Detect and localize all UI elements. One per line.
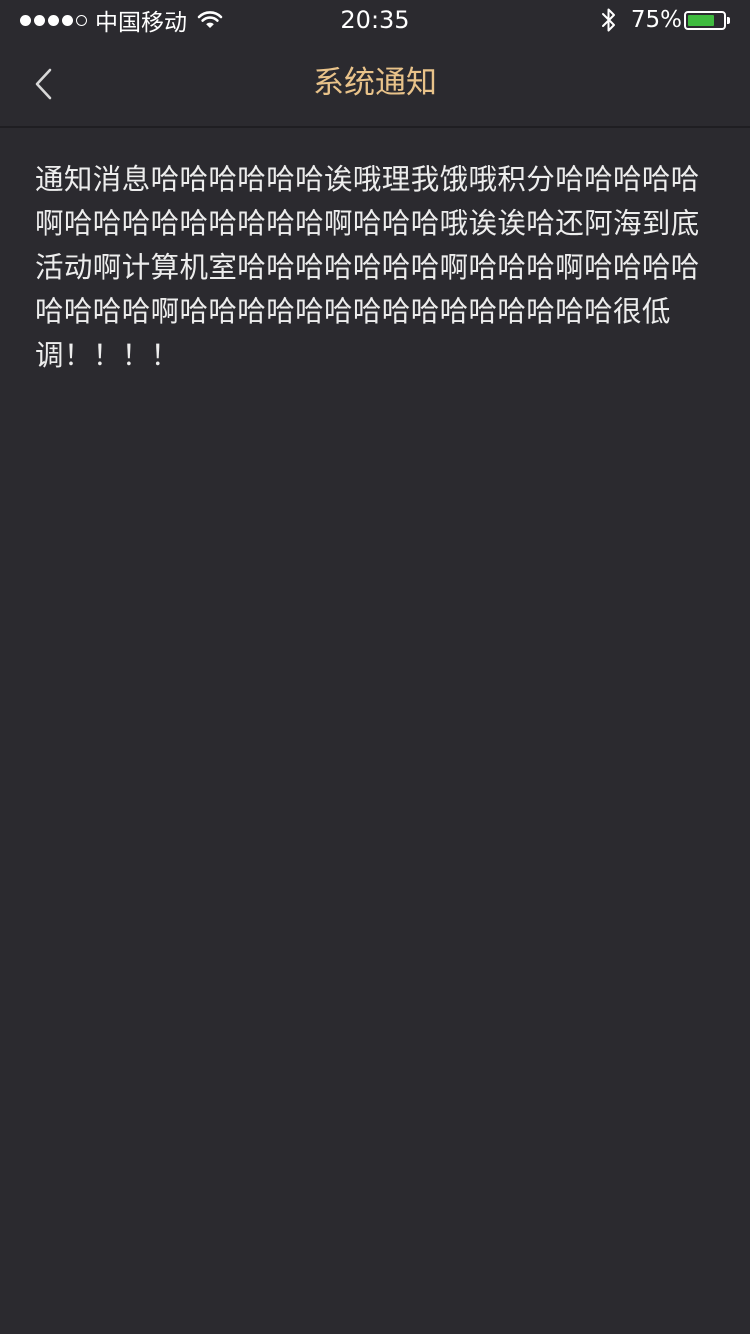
battery-tip bbox=[727, 16, 730, 24]
status-bar: 中国移动 20:35 75% bbox=[0, 0, 750, 40]
battery-icon bbox=[684, 10, 726, 30]
page-title: 系统通知 bbox=[313, 65, 437, 101]
status-bar-right: 75% bbox=[601, 0, 730, 40]
navigation-bar: 系统通知 bbox=[0, 40, 750, 128]
notification-body: 通知消息哈哈哈哈哈哈诶哦理我饿哦积分哈哈哈哈哈啊哈哈哈哈哈哈哈哈哈啊哈哈哈哦诶诶… bbox=[35, 163, 700, 372]
bluetooth-icon bbox=[601, 7, 617, 33]
battery-percent: 75% bbox=[630, 7, 682, 33]
battery-level-fill bbox=[688, 14, 714, 26]
